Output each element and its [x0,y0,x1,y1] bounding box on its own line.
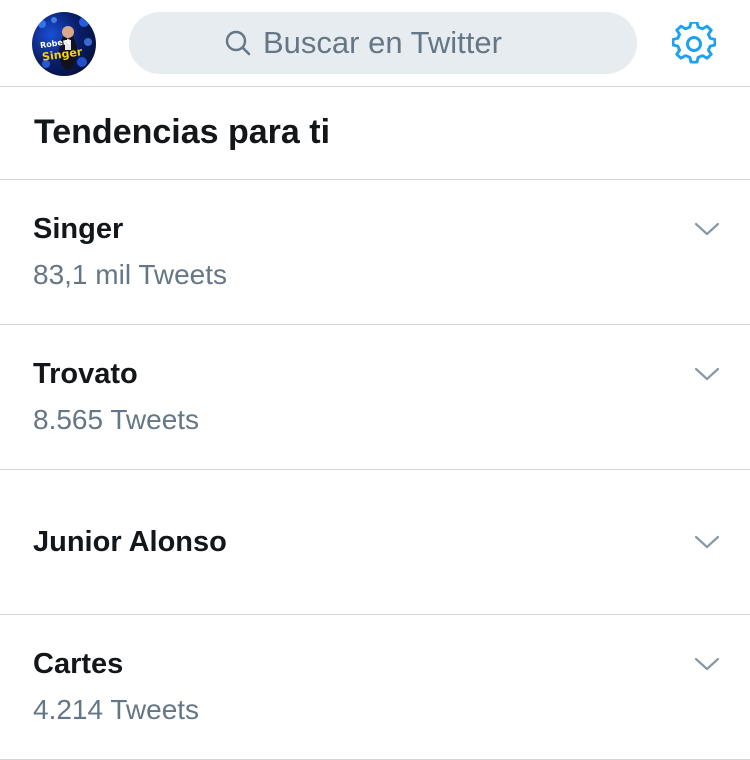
trend-item-cartes[interactable]: Cartes 4.214 Tweets [0,615,750,760]
trend-name: Trovato [33,358,138,390]
trend-name: Singer [33,213,124,245]
trend-tweet-count: 4.214 Tweets [33,694,200,725]
chevron-down-icon[interactable] [692,654,722,674]
trend-tweet-count: 83,1 mil Tweets [33,259,228,290]
avatar[interactable]: Robert Singer [32,12,96,76]
top-bar: Robert Singer [0,0,750,87]
trend-tweet-count: 8.565 Tweets [33,404,200,435]
search-input[interactable] [263,25,543,61]
gear-icon[interactable] [670,20,718,68]
trend-name: Junior Alonso [33,526,227,558]
search-icon [223,28,253,58]
page-title: Tendencias para ti [34,113,331,151]
chevron-down-icon[interactable] [692,364,722,384]
trends-header: Tendencias para ti [0,87,750,180]
trend-item-singer[interactable]: Singer 83,1 mil Tweets [0,180,750,325]
trend-item-trovato[interactable]: Trovato 8.565 Tweets [0,325,750,470]
chevron-down-icon[interactable] [692,219,722,239]
trend-name: Cartes [33,648,124,680]
chevron-down-icon[interactable] [692,532,722,552]
trend-item-junior-alonso[interactable]: Junior Alonso [0,470,750,615]
search-bar[interactable] [129,12,637,74]
